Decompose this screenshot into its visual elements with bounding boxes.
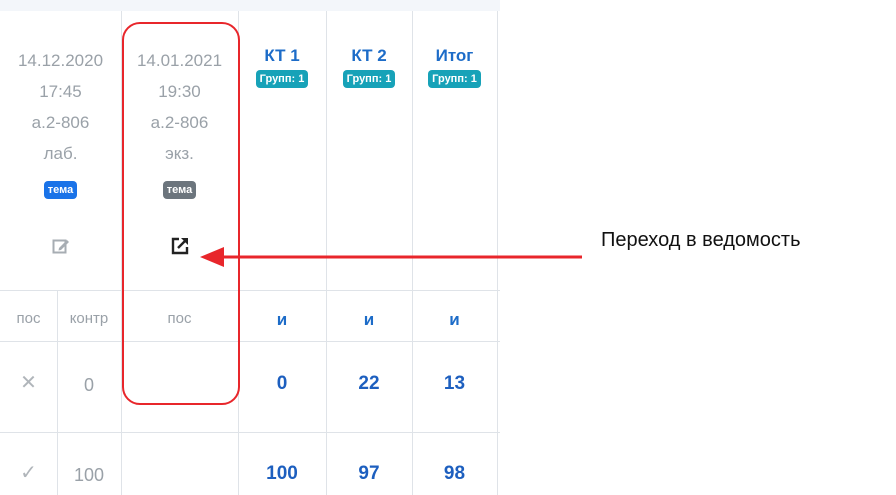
annotation-label: Переход в ведомость bbox=[601, 229, 801, 251]
